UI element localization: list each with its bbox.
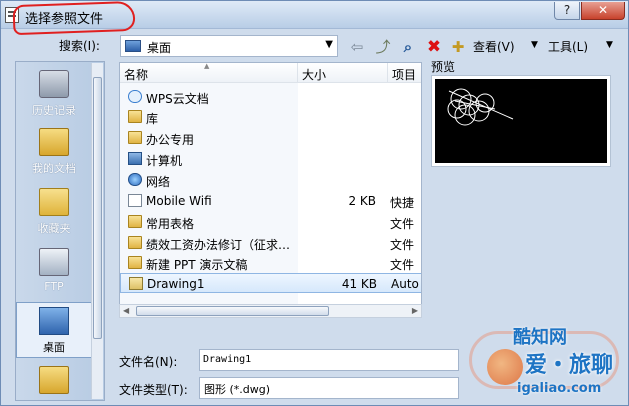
watermark-logo: 酷知网 爱・旅聊 igaliao.com (469, 319, 629, 403)
chevron-down-icon[interactable]: ▼ (325, 39, 333, 50)
file-dialog-window: 选择参照文件 ? ✕ 搜索(I): 桌面 ▼ ⇦ ⤴ ⌕ ✖ ✚ 查看(V) ▼… (0, 0, 629, 406)
cloud-icon (128, 90, 142, 103)
computer-icon (128, 152, 142, 165)
look-in-dropdown[interactable]: 桌面 ▼ (120, 35, 338, 57)
tools-menu-button[interactable]: 工具(L) (548, 38, 588, 55)
list-item[interactable]: Mobile Wifi 2 KB 快捷 (120, 191, 421, 211)
place-label: 收藏夹 (37, 222, 71, 235)
place-label: FTP (44, 280, 64, 293)
list-item[interactable]: 常用表格 文件 (120, 212, 421, 232)
folder-icon (128, 236, 142, 249)
title-highlight-circle (12, 0, 136, 36)
view-chevron-down-icon[interactable]: ▼ (531, 40, 538, 50)
favorites-folder-icon (39, 188, 69, 216)
preview-label: 预览 (431, 60, 456, 74)
bird-logo-icon (487, 349, 523, 385)
list-item[interactable]: 新建 PPT 演示文稿 文件 (120, 253, 421, 273)
look-in-label: 搜索(I): (59, 39, 100, 53)
place-more[interactable] (16, 366, 92, 398)
column-header-name[interactable]: 名称 ▲ (120, 63, 298, 83)
column-header-size[interactable]: 大小 (298, 63, 388, 83)
list-item-selected[interactable]: Drawing1 41 KB Auto (120, 273, 421, 293)
history-icon (39, 70, 69, 98)
view-menu-button[interactable]: 查看(V) (473, 38, 515, 55)
folder-icon (39, 366, 69, 394)
back-arrow-icon[interactable]: ⇦ (348, 38, 366, 56)
desktop-icon (125, 40, 141, 52)
list-item[interactable]: 库 (120, 107, 421, 127)
dwg-file-icon (129, 277, 143, 290)
drawing-thumbnail (447, 88, 514, 126)
filetype-select[interactable]: 图形 (*.dwg) (199, 377, 459, 399)
preview-pane (431, 75, 611, 167)
new-folder-icon[interactable]: ✚ (449, 38, 467, 56)
filename-label: 文件名(N): (119, 355, 178, 369)
list-item[interactable]: 网络 (120, 170, 421, 190)
tools-chevron-down-icon[interactable]: ▼ (606, 40, 613, 50)
column-header-type[interactable]: 项目 (388, 63, 421, 83)
sort-arrow-icon: ▲ (204, 62, 210, 70)
ftp-icon (39, 248, 69, 276)
scroll-right-icon[interactable]: ▶ (412, 305, 418, 317)
list-item[interactable]: 绩效工资办法修订（征求… 文件 (120, 233, 421, 253)
place-label: 历史记录 (32, 104, 76, 117)
place-label: 我的文档 (32, 162, 76, 175)
file-list: 名称 ▲ 大小 项目 WPS云文档 库 办公专用 计算机 网络 Mobile W… (119, 62, 422, 316)
places-scrollbar[interactable] (91, 63, 103, 399)
list-item[interactable]: 办公专用 (120, 128, 421, 148)
title-bar[interactable]: 选择参照文件 ? ✕ (1, 0, 628, 36)
help-button[interactable]: ? (554, 2, 580, 20)
file-list-scrollbar[interactable]: ◀ ▶ (119, 304, 422, 318)
list-item[interactable]: 计算机 (120, 149, 421, 169)
folder-icon (128, 110, 142, 123)
close-button[interactable]: ✕ (581, 2, 625, 20)
place-favorites[interactable]: 收藏夹 (16, 188, 92, 236)
folder-icon (128, 131, 142, 144)
desktop-monitor-icon (39, 307, 69, 335)
list-item[interactable]: WPS云文档 (120, 87, 421, 107)
place-label: 桌面 (43, 341, 65, 354)
preview-image (435, 79, 607, 163)
place-history[interactable]: 历史记录 (16, 70, 92, 118)
scroll-left-icon[interactable]: ◀ (123, 305, 129, 317)
up-folder-icon[interactable]: ⤴ (374, 38, 392, 56)
scrollbar-thumb[interactable] (93, 77, 102, 339)
network-icon (128, 173, 142, 186)
place-desktop[interactable]: 桌面 (16, 302, 92, 358)
folder-icon (128, 215, 142, 228)
place-ftp[interactable]: FTP (16, 248, 92, 293)
search-icon[interactable]: ⌕ (399, 38, 417, 56)
places-sidebar: 历史记录 我的文档 收藏夹 FTP 桌面 (15, 61, 105, 401)
delete-icon[interactable]: ✖ (425, 38, 443, 56)
folder-icon (128, 256, 142, 269)
filetype-label: 文件类型(T): (119, 383, 188, 397)
filename-input[interactable]: Drawing1 (199, 349, 459, 371)
place-my-documents[interactable]: 我的文档 (16, 128, 92, 176)
documents-folder-icon (39, 128, 69, 156)
shortcut-icon (128, 194, 142, 207)
look-in-value: 桌面 (147, 41, 172, 55)
scrollbar-thumb[interactable] (136, 306, 329, 316)
